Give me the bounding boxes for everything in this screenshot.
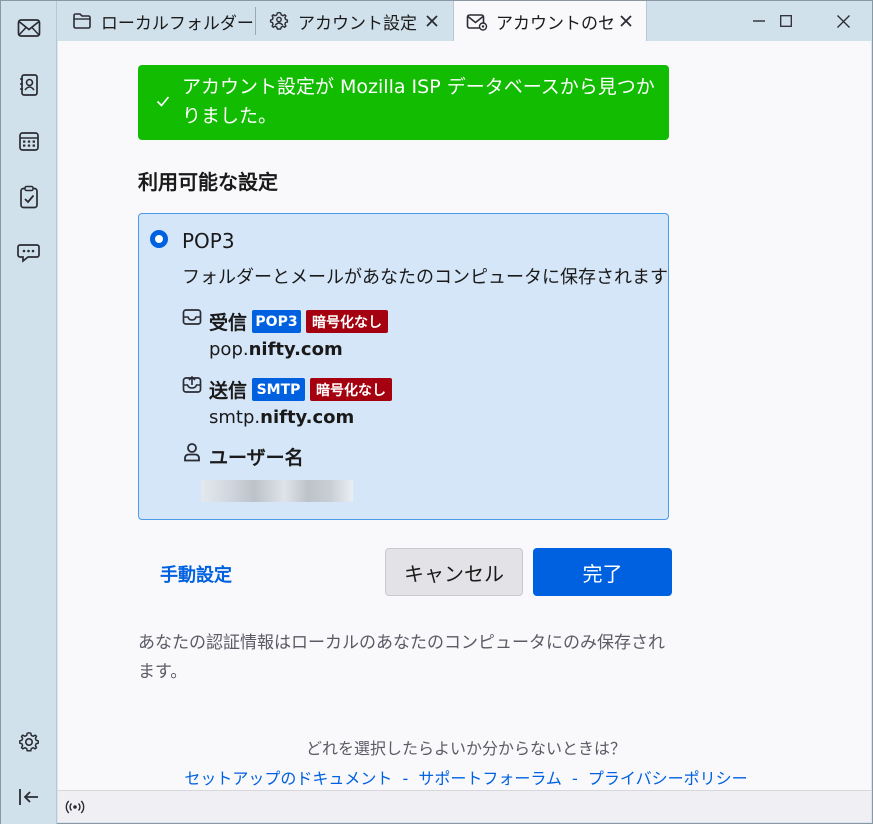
tab-label: アカウントのセッ [496,14,614,34]
incoming-label: 受信 [209,312,248,334]
user-icon [182,442,202,462]
support-forum-link[interactable]: サポートフォーラム [418,769,562,788]
done-button[interactable]: 完了 [533,548,672,596]
host-prefix: pop. [209,339,249,360]
incoming-host: pop.nifty.com [209,339,343,360]
address-book-icon[interactable] [15,71,43,99]
cancel-button[interactable]: キャンセル [385,548,523,596]
app-window: ローカルフォルダー アカウント設定 アカウントのセッ [0,0,873,824]
credentials-note: あなたの認証情報はローカルのあなたのコンピュータにのみ保存されます。 [138,633,665,682]
outgoing-protocol-badge: SMTP [252,378,305,401]
status-bar [58,790,871,822]
success-banner: アカウント設定が Mozilla ISP データベースから見つかりました。 [138,65,669,140]
calendar-icon[interactable] [15,127,43,155]
incoming-protocol-badge: POP3 [252,310,301,333]
section-title: 利用可能な設定 [138,170,278,194]
host-domain: nifty.com [260,407,355,428]
close-tab-icon[interactable] [616,11,636,31]
mail-icon[interactable] [15,14,43,42]
online-status-icon[interactable] [65,798,85,816]
close-tab-icon[interactable] [422,11,442,31]
link-separator: - [402,769,409,788]
setup-docs-link[interactable]: セットアップのドキュメント [184,769,392,788]
tab-label: ローカルフォルダー [100,13,253,34]
outbox-icon [182,375,202,395]
tasks-icon[interactable] [15,183,43,211]
spaces-toolbar [1,1,57,824]
close-icon [836,14,850,28]
maximize-button[interactable] [756,1,816,41]
tab-local-folders[interactable]: ローカルフォルダー [59,1,253,41]
collapse-icon[interactable] [15,783,43,811]
link-separator: - [572,769,578,788]
maximize-icon [780,15,792,27]
privacy-policy-link[interactable]: プライバシーポリシー [588,769,748,788]
username-redacted [201,480,353,502]
mail-setup-icon [466,11,488,33]
tab-account-settings[interactable]: アカウント設定 [256,1,452,41]
chat-icon[interactable] [15,239,43,267]
config-option-pop3[interactable]: POP3 フォルダーとメールがあなたのコンピュータに保存されます 受信 POP3… [138,213,669,520]
host-domain: nifty.com [248,339,343,360]
banner-message: アカウント設定が Mozilla ISP データベースから見つかりました。 [182,76,655,127]
host-prefix: smtp. [209,407,261,428]
protocol-name: POP3 [182,229,235,253]
tab-bar: ローカルフォルダー アカウント設定 アカウントのセッ [57,1,873,42]
checkmark-icon [156,96,170,107]
tab-label: アカウント設定 [298,13,417,34]
help-links: セットアップのドキュメント - サポートフォーラム - プライバシーポリシー [58,765,873,789]
settings-icon[interactable] [15,728,43,756]
close-window-button[interactable] [813,1,873,41]
inbox-icon [182,307,202,327]
help-question: どれを選択したらよいか分からないときは？ [305,739,626,758]
tab-account-setup[interactable]: アカウントのセッ [453,1,647,42]
radio-button-selected[interactable] [150,230,168,248]
protocol-description: フォルダーとメールがあなたのコンピュータに保存されます [182,267,668,288]
outgoing-security-badge: 暗号化なし [310,378,392,401]
account-setup-page: アカウント設定が Mozilla ISP データベースから見つかりました。 利用… [58,41,871,790]
username-label: ユーザー名 [209,447,304,469]
outgoing-host: smtp.nifty.com [209,407,354,428]
incoming-security-badge: 暗号化なし [306,310,388,333]
manual-config-button[interactable]: 手動設定 [160,561,232,587]
account-settings-icon [268,10,290,32]
folder-icon [71,10,93,32]
outgoing-label: 送信 [209,380,248,402]
